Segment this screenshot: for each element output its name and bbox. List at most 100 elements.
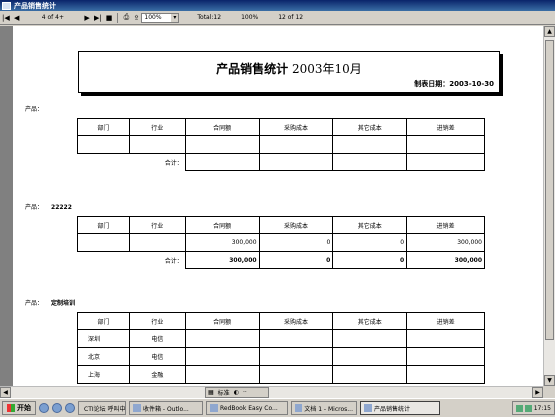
total-label: 合计： xyxy=(164,159,183,167)
task-outlook[interactable]: 收件箱 - Outlo... xyxy=(129,401,203,415)
dots-icon[interactable]: ·· xyxy=(241,389,249,396)
report-page: 产品销售统计 2003年10月 制表日期：2003-10-30 产品： 部门 行… xyxy=(13,26,543,386)
table-cell xyxy=(258,347,334,366)
next-page-icon[interactable]: ▶ xyxy=(82,12,92,23)
scroll-left-icon[interactable]: ◀ xyxy=(0,387,11,398)
viewer-toolbar: |◀ ◀ 4 of 4+ ▶ ▶| ■ ⎙ ⇪ 100% ▾ Total:12 1… xyxy=(0,11,555,25)
window-title: 产品销售统计 xyxy=(14,1,56,10)
ie-icon[interactable] xyxy=(39,403,49,413)
table-cell xyxy=(258,365,334,384)
column-header: 其它成本 xyxy=(332,216,408,234)
window-icon xyxy=(364,404,372,412)
table-cell: 300,000 xyxy=(184,233,260,252)
table-header-row: 部门 行业 合同额 采购成本 其它成本 进销差 xyxy=(77,312,485,330)
product-label-text: 产品： xyxy=(25,204,44,211)
column-header: 部门 xyxy=(77,312,130,330)
total-cell xyxy=(184,153,260,171)
total-cell xyxy=(258,153,334,171)
column-header: 行业 xyxy=(128,312,186,330)
table-cell: 0 xyxy=(258,233,334,252)
total-cell xyxy=(406,153,485,171)
scroll-thumb[interactable] xyxy=(545,40,554,340)
scroll-up-icon[interactable]: ▲ xyxy=(544,26,555,37)
first-page-icon[interactable]: |◀ xyxy=(0,12,12,23)
table-cell xyxy=(406,365,485,384)
table-cell xyxy=(77,135,130,154)
total-label: 合计： xyxy=(164,257,183,265)
tray-icon[interactable] xyxy=(515,404,523,412)
horizontal-scrollbar[interactable]: ◀ ▶ xyxy=(0,386,543,398)
table-cell xyxy=(128,135,186,154)
app-icon xyxy=(2,1,11,10)
column-header: 行业 xyxy=(128,216,186,234)
table-cell: 电信 xyxy=(128,347,186,366)
task-redbook[interactable]: RedBook Easy Co... xyxy=(206,401,288,415)
data-table: 部门 行业 合同额 采购成本 其它成本 进销差 300,000 0 0 300,… xyxy=(77,216,485,269)
table-cell xyxy=(258,329,334,348)
table-cell xyxy=(332,135,408,154)
product-label-text: 产品： xyxy=(25,300,44,307)
vertical-scrollbar[interactable]: ▲ ▼ xyxy=(543,26,555,386)
desktop-icon[interactable] xyxy=(65,403,75,413)
last-page-icon[interactable]: ▶| xyxy=(92,12,104,23)
column-header: 进销差 xyxy=(406,312,485,330)
column-header: 部门 xyxy=(77,216,130,234)
task-label: 收件箱 - Outlo... xyxy=(143,405,189,413)
table-cell xyxy=(77,233,130,252)
table-cell xyxy=(406,347,485,366)
table-cell xyxy=(184,365,260,384)
zoom-select[interactable]: 100% ▾ xyxy=(141,12,180,23)
table-cell xyxy=(128,233,186,252)
start-button[interactable]: 开始 xyxy=(2,401,36,415)
column-header: 合同额 xyxy=(184,312,260,330)
windows-flag-icon xyxy=(7,404,15,412)
scroll-right-icon[interactable]: ▶ xyxy=(532,387,543,398)
column-header: 进销差 xyxy=(406,216,485,234)
report-date-label: 制表日期： xyxy=(414,80,450,88)
clock: 17:15 xyxy=(533,404,551,412)
window-icon xyxy=(210,404,218,412)
report-title-period: 2003年10月 xyxy=(288,62,362,76)
table-header-row: 部门 行业 合同额 采购成本 其它成本 进销差 xyxy=(77,118,485,136)
task-label: RedBook Easy Co... xyxy=(220,404,278,412)
tray-icon[interactable] xyxy=(524,404,532,412)
chevron-down-icon: ▾ xyxy=(171,13,179,22)
report-header: 产品销售统计 2003年10月 制表日期：2003-10-30 xyxy=(78,51,500,93)
table-row: 上海 金融 xyxy=(77,365,485,384)
prev-page-icon[interactable]: ◀ xyxy=(12,12,22,23)
column-header: 采购成本 xyxy=(258,312,334,330)
product-label-text: 产品： xyxy=(25,106,44,113)
task-label: 产品销售统计 xyxy=(374,405,411,413)
column-header: 部门 xyxy=(77,118,130,136)
report-date-value: 2003-10-30 xyxy=(449,80,494,88)
outlook-icon[interactable] xyxy=(52,403,62,413)
task-cti[interactable]: CTI论坛 呼叫中... xyxy=(78,401,126,415)
ime-mode[interactable]: 标准 xyxy=(216,388,232,397)
product-name: 定制培训 xyxy=(51,300,76,307)
print-icon[interactable]: ⎙ xyxy=(121,12,131,23)
ime-bar[interactable]: ▦ 标准 ◐ ·· xyxy=(205,387,269,398)
title-bar: 产品销售统计 xyxy=(0,0,555,11)
column-header: 其它成本 xyxy=(332,118,408,136)
scroll-down-icon[interactable]: ▼ xyxy=(544,375,555,386)
report-window: 产品销售统计 |◀ ◀ 4 of 4+ ▶ ▶| ■ ⎙ ⇪ 100% ▾ Tot… xyxy=(0,0,555,417)
export-icon[interactable]: ⇪ xyxy=(131,12,141,23)
product-label: 产品： 定制培训 xyxy=(25,298,75,307)
task-word[interactable]: 文档 1 - Micros... xyxy=(291,401,357,415)
table-cell: 300,000 xyxy=(406,233,485,252)
table-cell xyxy=(258,135,334,154)
task-report[interactable]: 产品销售统计 xyxy=(360,401,440,415)
table-cell xyxy=(184,135,260,154)
table-row xyxy=(77,135,485,154)
product-label: 产品： xyxy=(25,104,51,113)
total-cell: 300,000 xyxy=(406,251,485,269)
total-row: 合计： 300,000 0 0 300,000 xyxy=(78,251,485,269)
moon-icon[interactable]: ◐ xyxy=(232,389,241,396)
zoom-value: 100% xyxy=(144,13,162,21)
total-cell: 0 xyxy=(332,251,408,269)
product-name: 22222 xyxy=(51,204,72,211)
table-row: 深圳 电信 xyxy=(77,329,485,348)
total-cell xyxy=(332,153,408,171)
table-cell: 上海 xyxy=(77,365,130,384)
stop-icon[interactable]: ■ xyxy=(104,12,115,23)
